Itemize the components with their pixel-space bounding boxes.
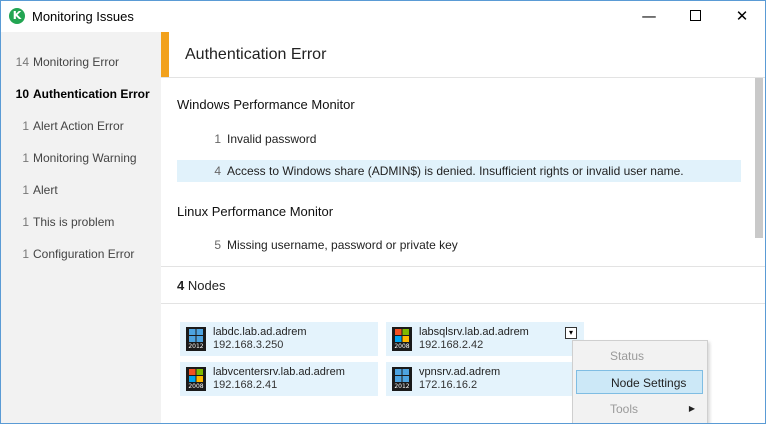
sidebar-item-label: This is problem (33, 215, 115, 229)
title-bar[interactable]: K Monitoring Issues — ✕ (1, 1, 765, 32)
section-title-linux-performance-monitor: Linux Performance Monitor (177, 204, 334, 219)
accent-bar (161, 32, 169, 77)
os-year: 2008 (188, 383, 204, 390)
windows-logo-icon (395, 329, 409, 342)
node-name: vpnsrv.ad.adrem (419, 366, 501, 378)
issue-row[interactable]: 1 Invalid password (177, 128, 741, 150)
vertical-scrollbar[interactable] (755, 78, 763, 238)
windows-logo-icon (189, 329, 203, 342)
sidebar-item-count: 1 (22, 247, 29, 261)
sidebar-item-monitoring-warning[interactable]: 1 Monitoring Warning (1, 143, 137, 173)
nodes-count-label: 4 Nodes (177, 278, 225, 293)
issue-row[interactable]: 5 Missing username, password or private k… (177, 234, 741, 256)
node-name: labvcentersrv.lab.ad.adrem (213, 366, 345, 378)
issue-text: Invalid password (227, 132, 317, 146)
sidebar-item-authentication-error[interactable]: 10 Authentication Error (1, 79, 150, 109)
node-context-menu: Status Node Settings Tools ▶ (572, 340, 708, 423)
issues-list: Windows Performance Monitor 1 Invalid pas… (161, 78, 765, 266)
issue-count: 5 (214, 238, 221, 252)
windows-logo-icon (189, 369, 203, 382)
sidebar-item-count: 1 (22, 119, 29, 133)
node-card-labvcentersrv[interactable]: 2008 labvcentersrv.lab.ad.adrem 192.168.… (180, 362, 378, 396)
issue-text: Missing username, password or private ke… (227, 238, 458, 252)
window-title: Monitoring Issues (32, 9, 134, 24)
close-icon: ✕ (735, 7, 749, 25)
sidebar-item-count: 1 (22, 215, 29, 229)
sidebar-item-label: Alert (33, 183, 58, 197)
sidebar-item-alert-action-error[interactable]: 1 Alert Action Error (1, 111, 124, 141)
sidebar-item-count: 10 (15, 87, 29, 101)
node-menu-icon[interactable]: ▾ (565, 327, 577, 339)
sidebar-item-alert[interactable]: 1 Alert (1, 175, 58, 205)
windows-server-2008-icon: 2008 (186, 367, 206, 391)
node-card-labsqlsrv[interactable]: 2008 labsqlsrv.lab.ad.adrem 192.168.2.42… (386, 322, 584, 356)
sidebar-item-monitoring-error[interactable]: 14 Monitoring Error (1, 47, 119, 77)
sidebar-item-label: Monitoring Error (33, 55, 120, 69)
maximize-button[interactable] (672, 1, 718, 32)
details-header: Authentication Error (161, 32, 765, 78)
node-card-labdc[interactable]: 2012 labdc.lab.ad.adrem 192.168.3.250 (180, 322, 378, 356)
menu-item-tools[interactable]: Tools ▶ (576, 397, 703, 421)
node-name: labdc.lab.ad.adrem (213, 326, 307, 338)
issue-count: 4 (214, 164, 221, 178)
nodes-count: 4 (177, 278, 185, 293)
sidebar-item-label: Monitoring Warning (33, 151, 137, 165)
nodes-label-text: Nodes (187, 278, 226, 293)
menu-item-node-settings[interactable]: Node Settings (576, 370, 703, 394)
sidebar-item-count: 1 (22, 151, 29, 165)
sidebar-item-configuration-error[interactable]: 1 Configuration Error (1, 239, 134, 269)
sidebar-item-label: Alert Action Error (33, 119, 124, 133)
monitoring-issues-window: K Monitoring Issues — ✕ 14 Monitoring Err… (0, 0, 766, 424)
os-year: 2012 (394, 383, 410, 390)
menu-item-status[interactable]: Status (576, 344, 703, 368)
sidebar-item-this-is-problem[interactable]: 1 This is problem (1, 207, 114, 237)
sidebar-item-count: 1 (22, 183, 29, 197)
node-ip: 192.168.2.41 (213, 379, 278, 391)
issue-category-sidebar: 14 Monitoring Error 10 Authentication Erro… (1, 32, 161, 423)
issue-row-selected[interactable]: 4 Access to Windows share (ADMIN$) is den… (177, 160, 741, 182)
issue-text: Access to Windows share (ADMIN$) is deni… (227, 164, 684, 178)
sidebar-item-label: Authentication Error (33, 87, 150, 101)
menu-item-label: Node Settings (611, 376, 687, 390)
node-ip: 192.168.3.250 (213, 339, 284, 351)
sidebar-item-label: Configuration Error (33, 247, 135, 261)
issue-count: 1 (214, 132, 221, 146)
windows-server-2012-icon: 2012 (392, 367, 412, 391)
sidebar-item-count: 14 (15, 55, 29, 69)
app-logo-icon: K (9, 8, 25, 24)
node-card-vpnsrv[interactable]: 2012 vpnsrv.ad.adrem 172.16.16.2 (386, 362, 584, 396)
menu-item-label: Status (610, 349, 645, 363)
menu-item-label: Tools (610, 402, 639, 416)
minimize-button[interactable]: — (626, 1, 672, 32)
section-title-windows-performance-monitor: Windows Performance Monitor (177, 97, 355, 112)
node-ip: 192.168.2.42 (419, 339, 484, 351)
windows-logo-icon (395, 369, 409, 382)
node-ip: 172.16.16.2 (419, 379, 478, 391)
os-year: 2008 (394, 343, 410, 350)
os-year: 2012 (188, 343, 204, 350)
nodes-header: 4 Nodes (161, 266, 765, 304)
minimize-icon: — (641, 7, 657, 25)
close-button[interactable]: ✕ (719, 1, 765, 32)
node-name: labsqlsrv.lab.ad.adrem (419, 326, 529, 338)
windows-server-2012-icon: 2012 (186, 327, 206, 351)
windows-server-2008-icon: 2008 (392, 327, 412, 351)
page-title: Authentication Error (185, 46, 327, 63)
submenu-arrow-icon: ▶ (688, 404, 695, 413)
maximize-icon (689, 10, 701, 21)
